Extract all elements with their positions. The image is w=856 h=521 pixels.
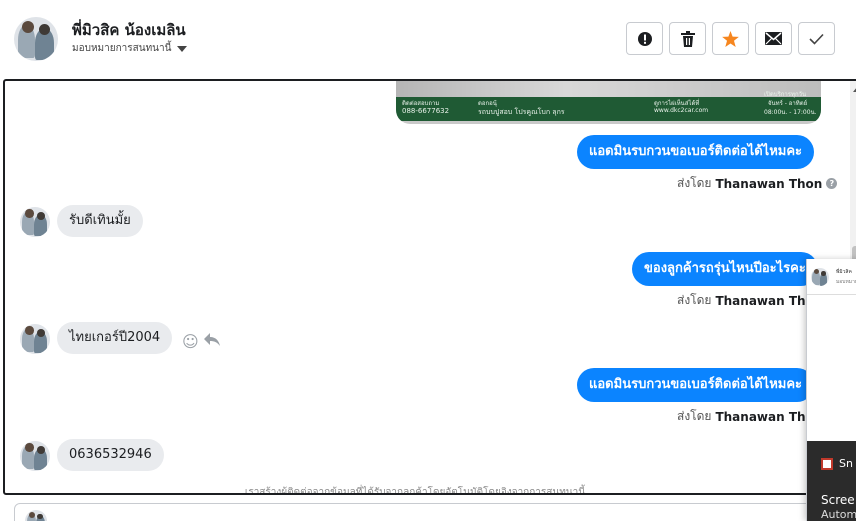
assign-conversation-dropdown[interactable]: มอบหมายการสนทนานี้ bbox=[72, 41, 188, 56]
attachment-text: www.dkc2car.com bbox=[654, 107, 709, 114]
help-icon[interactable]: ? bbox=[826, 178, 838, 189]
sent-by-line: ส่งโดย Thanawan Thon bbox=[677, 291, 822, 310]
sent-by-label: ส่งโดย bbox=[677, 409, 712, 423]
report-button[interactable] bbox=[626, 22, 663, 55]
contact-avatar[interactable] bbox=[20, 324, 50, 354]
attachment-text: 088-6677632 bbox=[402, 107, 450, 115]
star-icon bbox=[722, 30, 739, 47]
reply-icon[interactable] bbox=[204, 332, 220, 351]
incoming-message[interactable]: รับดีเทินมั้ย bbox=[57, 205, 143, 237]
trash-icon bbox=[680, 30, 695, 47]
sent-by-line: ส่งโดย Thanawan Thon bbox=[677, 407, 822, 426]
outgoing-message[interactable]: แอดมินรบกวนขอเบอร์ติดต่อได้ไหมคะ bbox=[577, 368, 815, 402]
mail-icon bbox=[765, 32, 782, 45]
contact-avatar[interactable] bbox=[20, 441, 50, 471]
message-thread[interactable]: ติดต่อสอบถาม 088-6677632 ดอกอนุ้ รถบบปูส… bbox=[3, 79, 856, 495]
task-item-label: Sn bbox=[839, 457, 853, 470]
popup-header: พี่มิวสิค มอบหมายการ bbox=[807, 259, 856, 295]
image-attachment[interactable]: ติดต่อสอบถาม 088-6677632 ดอกอนุ้ รถบบปูส… bbox=[396, 81, 821, 124]
contact-avatar[interactable] bbox=[20, 207, 50, 237]
scissors-icon bbox=[821, 457, 833, 470]
chevron-down-icon bbox=[177, 45, 188, 52]
assign-label: มอบหมายการสนทนานี้ bbox=[72, 43, 172, 54]
taskbar-menu[interactable]: Sn Scree Autom bbox=[807, 441, 856, 521]
attachment-text: 08:00น. - 17:00น. bbox=[764, 109, 817, 116]
overlay-window[interactable]: พี่มิวสิค มอบหมายการ Sn Scree Autom bbox=[806, 259, 856, 521]
mark-unread-button[interactable] bbox=[755, 22, 792, 55]
alert-icon bbox=[637, 31, 652, 46]
popup-avatar bbox=[811, 268, 829, 286]
auto-contact-note: เราสร้างผู้ติดต่อจากข้อมูลที่ได้รับจากลู… bbox=[244, 487, 586, 495]
check-icon bbox=[809, 33, 824, 45]
popup-sub: มอบหมายการ bbox=[836, 279, 856, 285]
snipping-tool-item[interactable]: Sn bbox=[821, 457, 853, 470]
sent-by-line: ส่งโดย Thanawan Thon ? bbox=[677, 174, 838, 193]
task-sub: Autom bbox=[821, 508, 856, 521]
popup-name: พี่มิวสิค bbox=[836, 269, 852, 275]
smiley-icon[interactable]: ☺ bbox=[182, 332, 199, 351]
conversation-header: พี่มิวสิค น้องเมลิน มอบหมายการสนทนานี้ bbox=[0, 0, 856, 80]
contact-name[interactable]: พี่มิวสิค น้องเมลิน bbox=[72, 18, 186, 42]
outgoing-message[interactable]: ของลูกค้ารถรุ่นไหนปีอะไรคะ bbox=[632, 252, 818, 286]
attachment-text: รถบบปูสอบ โปรคูณโบก ลุกร bbox=[478, 108, 565, 116]
star-button[interactable] bbox=[712, 22, 749, 55]
delete-button[interactable] bbox=[669, 22, 706, 55]
task-title: Scree bbox=[821, 493, 855, 507]
sent-by-label: ส่งโดย bbox=[677, 176, 712, 190]
messenger-inbox: พี่มิวสิค น้องเมลิน มอบหมายการสนทนานี้ ต… bbox=[0, 0, 856, 521]
mark-done-button[interactable] bbox=[798, 22, 835, 55]
sender-name: Thanawan Thon bbox=[715, 176, 823, 191]
sent-by-label: ส่งโดย bbox=[677, 293, 712, 307]
reply-composer[interactable] bbox=[14, 503, 854, 521]
incoming-message[interactable]: ไทยเกอร์ปี2004 bbox=[57, 322, 173, 354]
incoming-message[interactable]: 0636532946 bbox=[57, 439, 164, 471]
page-avatar bbox=[25, 510, 47, 521]
outgoing-message[interactable]: แอดมินรบกวนขอเบอร์ติดต่อได้ไหมคะ bbox=[577, 135, 815, 169]
contact-avatar[interactable] bbox=[14, 17, 58, 61]
